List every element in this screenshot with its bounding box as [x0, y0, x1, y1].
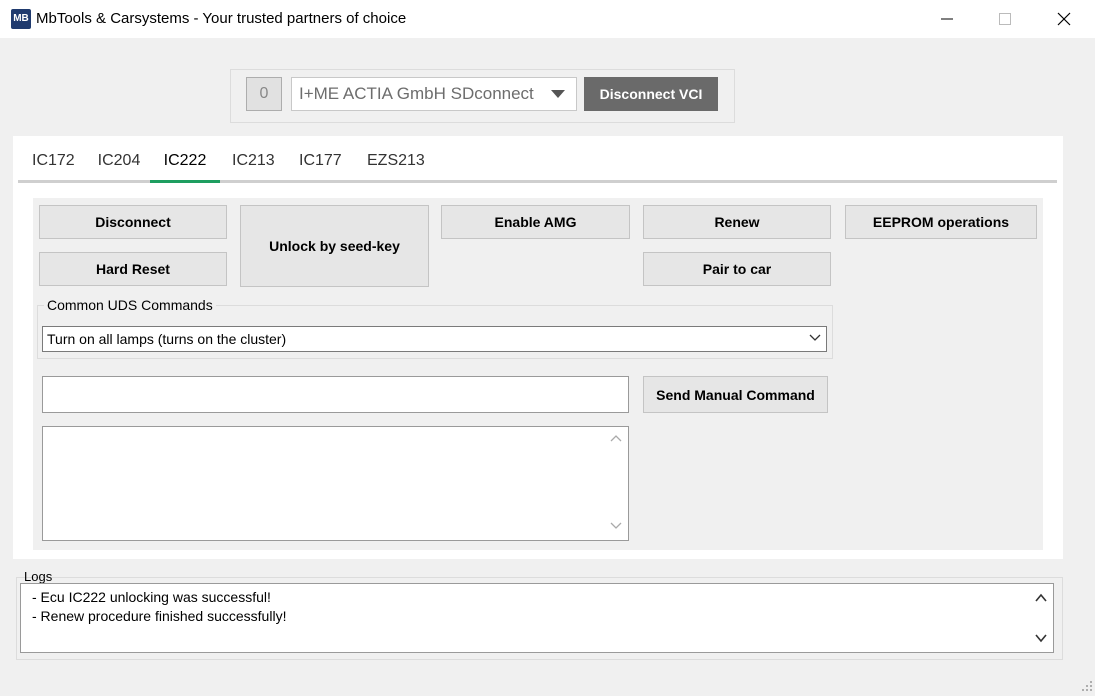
tab-ic204[interactable]: IC204: [97, 148, 141, 182]
manual-command-input[interactable]: [42, 376, 629, 413]
tab-ic172[interactable]: IC172: [32, 148, 75, 182]
minimize-button[interactable]: [918, 0, 976, 38]
maximize-button[interactable]: [976, 0, 1034, 38]
log-line: - Ecu IC222 unlocking was successful!: [32, 589, 271, 605]
scroll-up-icon[interactable]: [610, 434, 622, 442]
log-line: - Renew procedure finished successfully!: [32, 608, 287, 624]
resize-grip-icon[interactable]: [1081, 680, 1093, 692]
app-logo-icon: MB: [11, 9, 31, 29]
tab-ic177[interactable]: IC177: [299, 148, 342, 182]
vci-device-select[interactable]: I+ME ACTIA GmbH SDconnect: [291, 77, 577, 111]
pair-to-car-button[interactable]: Pair to car: [643, 252, 831, 286]
scroll-up-icon[interactable]: [1035, 593, 1047, 602]
active-tab-indicator: [150, 180, 220, 183]
unlock-seed-key-button[interactable]: Unlock by seed-key: [240, 205, 429, 287]
renew-button[interactable]: Renew: [643, 205, 831, 239]
close-button[interactable]: [1035, 0, 1093, 38]
tab-ic213[interactable]: IC213: [232, 148, 275, 182]
hard-reset-button[interactable]: Hard Reset: [39, 252, 227, 286]
uds-group-label: Common UDS Commands: [44, 297, 216, 313]
dropdown-arrow-icon[interactable]: [551, 90, 565, 98]
uds-command-select[interactable]: Turn on all lamps (turns on the cluster): [42, 326, 827, 352]
logs-list[interactable]: - Ecu IC222 unlocking was successful! - …: [20, 583, 1054, 653]
scroll-down-icon[interactable]: [610, 522, 622, 530]
disconnect-button[interactable]: Disconnect: [39, 205, 227, 239]
scroll-down-icon[interactable]: [1035, 634, 1047, 643]
tab-ezs213[interactable]: EZS213: [367, 148, 425, 182]
minimize-icon: [941, 18, 953, 20]
close-icon: [1057, 12, 1071, 26]
device-count: 0: [246, 77, 282, 111]
maximize-icon: [999, 13, 1011, 25]
window-title: MbTools & Carsystems - Your trusted part…: [36, 10, 407, 27]
enable-amg-button[interactable]: Enable AMG: [441, 205, 630, 239]
chevron-down-icon[interactable]: [809, 334, 821, 342]
send-manual-command-button[interactable]: Send Manual Command: [643, 376, 828, 413]
command-response-textarea[interactable]: [42, 426, 629, 541]
eeprom-operations-button[interactable]: EEPROM operations: [845, 205, 1037, 239]
disconnect-vci-button[interactable]: Disconnect VCI: [584, 77, 718, 111]
logs-label: Logs: [24, 569, 53, 584]
tab-ic222[interactable]: IC222: [150, 148, 220, 182]
